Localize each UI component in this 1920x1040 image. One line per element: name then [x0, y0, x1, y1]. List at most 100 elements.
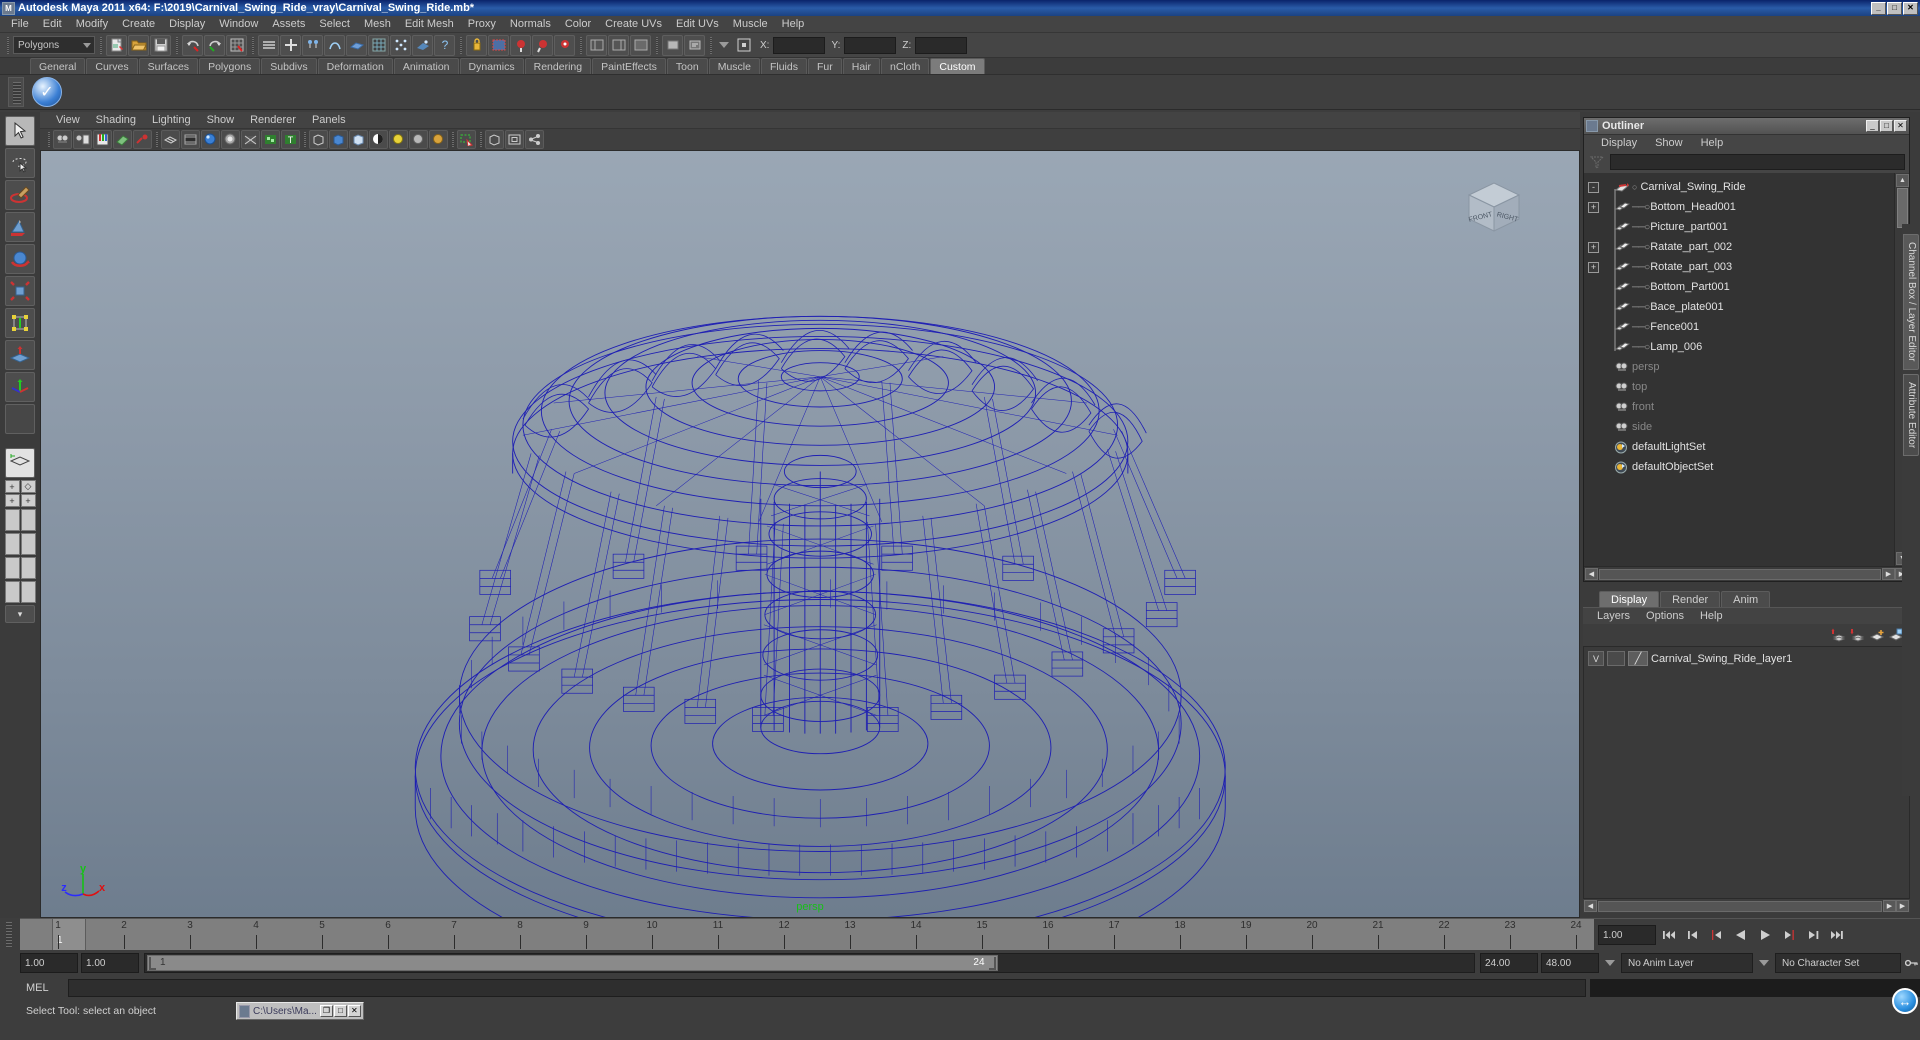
smooth-shade-all-icon[interactable]: [181, 130, 200, 149]
step-forward-frame-button[interactable]: [1778, 924, 1800, 946]
shelf-tab-fluids[interactable]: Fluids: [760, 58, 807, 74]
layout-hypershade-persp-button[interactable]: [4, 557, 36, 579]
help-menu[interactable]: Help: [1692, 610, 1731, 622]
viewport-grip-1[interactable]: [45, 131, 52, 149]
last-tool-used-button[interactable]: [5, 404, 35, 434]
layer-scroll-right-button-2[interactable]: ▶: [1896, 900, 1909, 912]
render-settings-button[interactable]: [532, 34, 553, 56]
menu-modify[interactable]: Modify: [69, 17, 115, 31]
exposure-icon[interactable]: [485, 130, 504, 149]
menu-color[interactable]: Color: [558, 17, 598, 31]
range-right-handle[interactable]: [988, 957, 996, 970]
lasso-select-tool-button[interactable]: [5, 148, 35, 178]
open-scene-button[interactable]: [128, 34, 149, 56]
outliner-close-button[interactable]: ✕: [1894, 120, 1907, 132]
outliner-row-picture-part001[interactable]: ──○ Picture_part001: [1584, 217, 1894, 237]
step-forward-key-button[interactable]: [1802, 924, 1824, 946]
range-min-field[interactable]: 1.00: [81, 953, 139, 973]
shelf-tab-curves[interactable]: Curves: [86, 58, 138, 74]
shelf-grip[interactable]: [8, 77, 24, 107]
shelf-tab-fur[interactable]: Fur: [807, 58, 842, 74]
light-amber-icon[interactable]: [429, 130, 448, 149]
select-by-component-button[interactable]: [302, 34, 323, 56]
toolbar-grip-5[interactable]: [456, 35, 465, 55]
render-region-icon[interactable]: [457, 130, 476, 149]
dock-tab-attribute-editor[interactable]: Attribute Editor: [1903, 373, 1919, 456]
absolute-transform-icon[interactable]: [733, 35, 754, 56]
undo-button[interactable]: [182, 34, 203, 56]
layer-row[interactable]: V ╱ Carnival_Swing_Ride_layer1: [1586, 649, 1907, 668]
viewport-grip-2[interactable]: [153, 131, 160, 149]
layer-scroll-left-button[interactable]: ◀: [1584, 900, 1597, 912]
shelf-tab-animation[interactable]: Animation: [393, 58, 459, 74]
menu-edit-uvs[interactable]: Edit UVs: [669, 17, 726, 31]
light-yellow-icon[interactable]: [389, 130, 408, 149]
shade-textured-icon[interactable]: [201, 130, 220, 149]
select-tool-button[interactable]: [5, 116, 35, 146]
outliner-row-carnival-swing-ride[interactable]: - ○ Carnival_Swing_Ride: [1584, 177, 1894, 197]
console-close-button[interactable]: ✕: [347, 1005, 361, 1017]
filter-icon[interactable]: [1588, 154, 1606, 170]
scroll-thumb[interactable]: [1897, 188, 1908, 228]
layout-outliner-persp-button[interactable]: [4, 509, 36, 531]
outliner-horizontal-scrollbar[interactable]: ◀ ▶ ▶: [1584, 566, 1909, 581]
3d-viewport[interactable]: FRONT RIGHT y z x persp: [40, 151, 1580, 918]
outliner-menu-help[interactable]: Help: [1692, 137, 1733, 149]
shelf-tab-polygons[interactable]: Polygons: [199, 58, 261, 74]
vray-shelf-icon[interactable]: ✓: [32, 77, 62, 107]
snap-to-grid-button[interactable]: [226, 34, 247, 56]
layer-visibility-toggle[interactable]: V: [1588, 651, 1604, 666]
open-script-editor-button[interactable]: [684, 34, 705, 56]
toolbar-grip-7[interactable]: [652, 35, 661, 55]
layer-playback-toggle[interactable]: [1607, 651, 1625, 666]
text-hud-icon[interactable]: T: [281, 130, 300, 149]
layer-h-scroll-thumb[interactable]: [1598, 900, 1882, 912]
range-slider-bar[interactable]: 1 24: [144, 953, 1475, 973]
isolate-select-icon[interactable]: [309, 130, 328, 149]
redo-button[interactable]: [204, 34, 225, 56]
layer-display-type-toggle[interactable]: ╱: [1628, 651, 1648, 666]
menu-normals[interactable]: Normals: [503, 17, 558, 31]
scroll-right-button[interactable]: ▶: [1882, 568, 1895, 580]
grid-snap-button[interactable]: [368, 34, 389, 56]
surface-snap-button[interactable]: [346, 34, 367, 56]
range-left-handle[interactable]: [149, 957, 156, 970]
viewport-menu-view[interactable]: View: [48, 113, 88, 127]
viewport-grip-5[interactable]: [477, 131, 484, 149]
layout-quad-tr[interactable]: ◇: [20, 480, 36, 493]
layout-hypershade-half[interactable]: [4, 557, 20, 579]
outliner-row-rotate-part-003[interactable]: + ──○ Rotate_part_003: [1584, 257, 1894, 277]
paint-select-tool-button[interactable]: [5, 180, 35, 210]
use-default-lighting-icon[interactable]: [221, 130, 240, 149]
layout-persp-multi-l[interactable]: [4, 581, 20, 603]
toolbar-grip-8[interactable]: [706, 35, 715, 55]
play-backwards-button[interactable]: [1730, 924, 1752, 946]
outliner-row-persp[interactable]: persp: [1584, 357, 1894, 377]
viewport-menu-show[interactable]: Show: [199, 113, 243, 127]
new-layer-icon[interactable]: [1869, 628, 1885, 643]
layout-outliner-half[interactable]: [4, 509, 20, 531]
close-button[interactable]: ✕: [1903, 1, 1918, 15]
toolbar-grip-2[interactable]: [96, 35, 105, 55]
options-menu[interactable]: Options: [1638, 610, 1692, 622]
render-globals-button[interactable]: [466, 34, 487, 56]
tab-render[interactable]: Render: [1660, 591, 1721, 607]
shelf-tab-muscle[interactable]: Muscle: [708, 58, 760, 74]
shelf-tab-rendering[interactable]: Rendering: [524, 58, 592, 74]
menu-create[interactable]: Create: [115, 17, 162, 31]
y-coordinate-field[interactable]: [844, 36, 897, 54]
toolbar-grip-4[interactable]: [248, 35, 257, 55]
anim-end-field[interactable]: 24.00: [1480, 953, 1538, 973]
x-coordinate-field[interactable]: [773, 36, 826, 54]
menu-proxy[interactable]: Proxy: [461, 17, 503, 31]
step-back-key-button[interactable]: [1682, 924, 1704, 946]
outliner-menu-show[interactable]: Show: [1646, 137, 1692, 149]
go-to-start-button[interactable]: [1658, 924, 1680, 946]
shelf-tab-deformation[interactable]: Deformation: [317, 58, 393, 74]
menu-muscle[interactable]: Muscle: [726, 17, 775, 31]
universal-manipulator-button[interactable]: [5, 308, 35, 338]
select-container-button[interactable]: [662, 34, 683, 56]
layout-quad-br[interactable]: +: [20, 494, 36, 507]
light-gray-icon[interactable]: [409, 130, 428, 149]
character-set-select[interactable]: No Character Set: [1775, 953, 1901, 973]
